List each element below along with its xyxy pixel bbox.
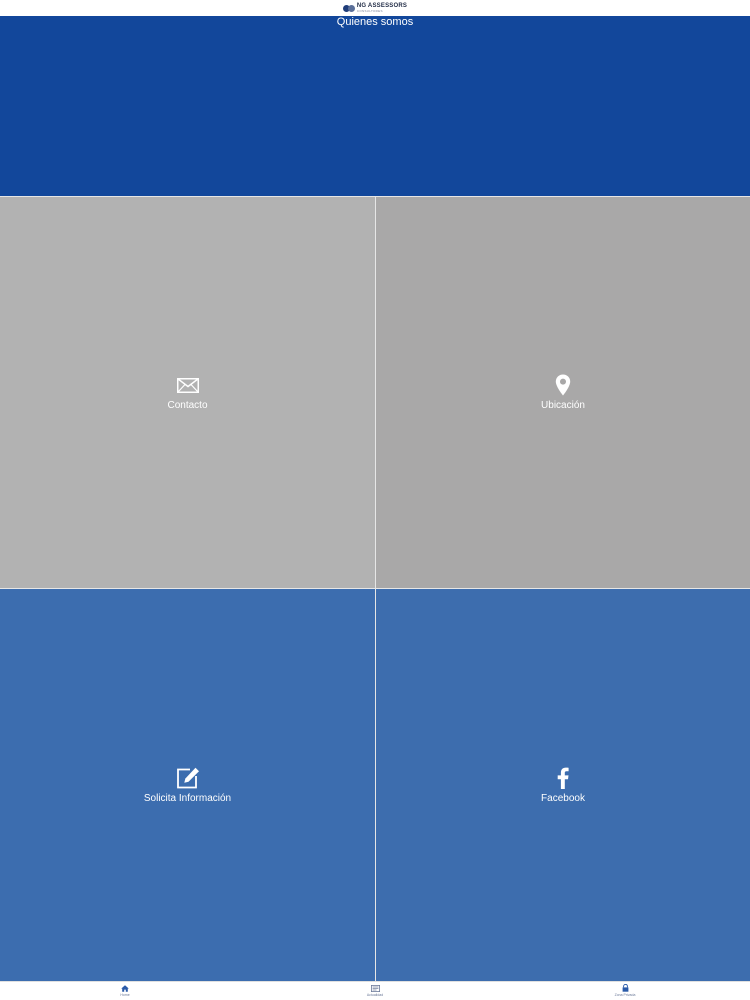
- news-icon: [370, 984, 380, 992]
- facebook-label: Facebook: [541, 792, 585, 804]
- location-label: Ubicación: [541, 400, 585, 411]
- divider: [375, 197, 376, 981]
- envelope-icon: [176, 373, 200, 397]
- tab-home-label: Home: [120, 993, 130, 997]
- contact-tile[interactable]: Contacto: [0, 197, 375, 588]
- request-info-tile[interactable]: Solicita Información: [0, 589, 375, 981]
- edit-icon: [176, 766, 200, 790]
- top-bar: NG ASSESSORS CONSULTORES: [0, 0, 750, 16]
- map-pin-icon: [551, 373, 575, 397]
- home-icon: [121, 984, 130, 992]
- facebook-tile[interactable]: Facebook: [376, 589, 750, 981]
- contact-label: Contacto: [167, 400, 208, 411]
- tab-private-label: Zona Privada: [614, 993, 636, 997]
- app-screen: NG ASSESSORS CONSULTORES Quienes somos C…: [0, 0, 750, 1000]
- location-tile[interactable]: Ubicación: [376, 197, 750, 588]
- facebook-icon: [551, 766, 575, 790]
- tab-bar: Home Actualidad Zona Privada: [0, 981, 750, 1000]
- logo-mark-icon: [342, 3, 355, 13]
- tab-news-label: Actualidad: [366, 993, 384, 997]
- lock-icon: [621, 984, 630, 992]
- tab-private-zone[interactable]: Zona Privada: [595, 984, 655, 998]
- hero-title: Quienes somos: [336, 16, 414, 28]
- brand-logo: NG ASSESSORS CONSULTORES: [342, 3, 407, 13]
- logo-text: NG ASSESSORS CONSULTORES: [357, 3, 407, 13]
- tab-news[interactable]: Actualidad: [345, 984, 405, 998]
- request-info-label: Solicita Información: [143, 792, 232, 804]
- logo-subtitle: CONSULTORES: [356, 9, 383, 13]
- tab-home[interactable]: Home: [95, 984, 155, 998]
- hero-banner[interactable]: Quienes somos: [0, 16, 750, 196]
